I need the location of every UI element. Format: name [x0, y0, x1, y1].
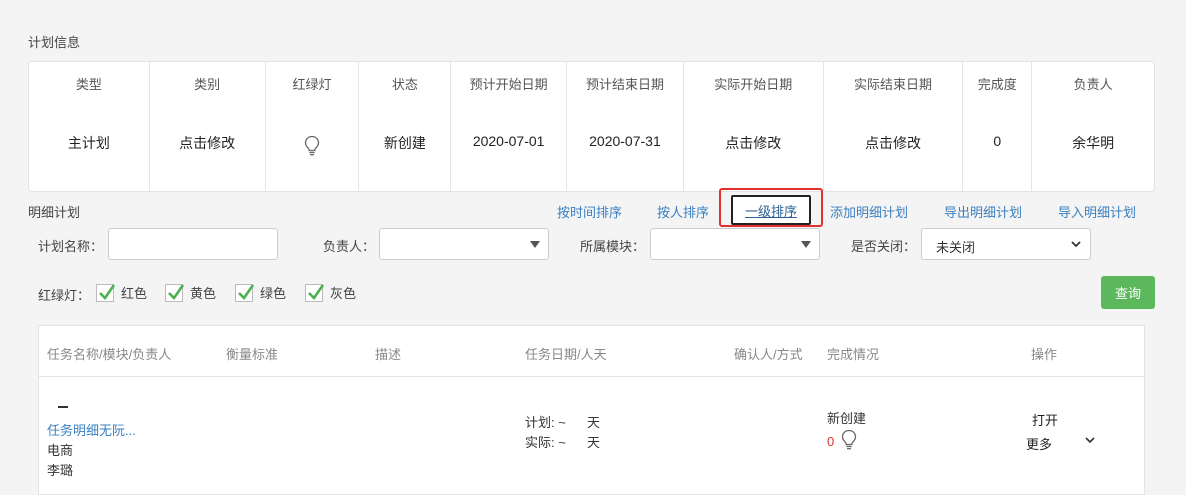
owner-select[interactable] [379, 228, 549, 260]
plan-col-type: 类型 主计划 [29, 62, 150, 191]
plan-info-table: 类型 主计划 类别 点击修改 红绿灯 状态 新创建 预计开始日期 2020-07… [28, 61, 1155, 192]
plan-days-unit: 天 [587, 415, 601, 430]
more-dropdown[interactable]: 更多 [1026, 434, 1052, 453]
col-value: 新创建 [383, 135, 426, 151]
edit-actual-start-link[interactable]: 点击修改 [684, 133, 823, 153]
th-status: 完成情况 [827, 347, 880, 362]
plan-col-planned-end: 预计结束日期 2020-07-31 [567, 62, 684, 191]
check-icon [99, 283, 116, 300]
plan-col-owner: 负责人 余华明 [1032, 62, 1154, 191]
plan-col-actual-start[interactable]: 实际开始日期 点击修改 [684, 62, 824, 191]
light-checkbox-yellow[interactable]: 黄色 [165, 283, 216, 302]
task-owner: 李璐 [47, 463, 74, 478]
caret-down-icon [801, 241, 811, 248]
detail-plan-title: 明细计划 [28, 205, 81, 220]
light-checkbox-red[interactable]: 红色 [96, 283, 147, 302]
owner-label: 负责人： [323, 239, 376, 254]
th-confirm: 确认人/方式 [734, 347, 803, 362]
chevron-down-icon[interactable] [1084, 434, 1096, 446]
check-icon [308, 283, 325, 300]
sort-by-time-link[interactable]: 按时间排序 [557, 202, 622, 221]
checkbox-label: 绿色 [260, 286, 287, 301]
check-icon [168, 283, 185, 300]
th-description: 描述 [375, 347, 402, 362]
plan-col-planned-start: 预计开始日期 2020-07-01 [451, 62, 568, 191]
caret-down-icon [530, 241, 540, 248]
module-label: 所属模块： [580, 239, 646, 254]
check-icon [238, 283, 255, 300]
plan-col-status: 状态 新创建 [359, 62, 452, 191]
closed-label: 是否关闭： [851, 239, 917, 254]
lightbulb-icon [304, 135, 320, 156]
closed-select[interactable]: 未关闭 [921, 228, 1091, 260]
col-value: 2020-07-01 [472, 133, 545, 149]
plan-name-label: 计划名称： [38, 239, 104, 254]
th-standard: 衡量标准 [226, 347, 279, 362]
col-header: 负责人 [1073, 77, 1113, 92]
checkbox-label: 红色 [121, 286, 148, 301]
edit-actual-end-link[interactable]: 点击修改 [824, 133, 963, 153]
task-name-link[interactable]: 任务明细无阮... [47, 420, 136, 439]
col-header: 实际开始日期 [714, 77, 793, 92]
plan-col-actual-end[interactable]: 实际结束日期 点击修改 [824, 62, 964, 191]
checkbox-label: 黄色 [190, 286, 217, 301]
col-header: 实际结束日期 [853, 77, 932, 92]
open-task-link[interactable]: 打开 [1032, 410, 1058, 429]
task-module: 电商 [47, 443, 74, 458]
th-ops: 操作 [1031, 347, 1058, 362]
edit-category-link[interactable]: 点击修改 [150, 133, 265, 153]
header-divider [39, 376, 1144, 377]
col-value: 主计划 [67, 135, 110, 151]
collapse-icon[interactable] [58, 406, 68, 408]
actual-date-label: 实际: ~ [525, 435, 566, 450]
plan-col-completion: 完成度 0 [963, 62, 1033, 191]
col-header: 预计开始日期 [469, 77, 548, 92]
task-status: 新创建 [827, 411, 867, 426]
light-filter-label: 红绿灯： [38, 288, 91, 303]
col-value: 余华明 [1072, 135, 1115, 151]
col-header: 预计结束日期 [585, 77, 664, 92]
checkbox-label: 灰色 [330, 286, 357, 301]
import-detail-plan-link[interactable]: 导入明细计划 [1058, 202, 1136, 221]
chevron-down-icon [1071, 241, 1081, 248]
export-detail-plan-link[interactable]: 导出明细计划 [944, 202, 1022, 221]
add-detail-plan-link[interactable]: 添加明细计划 [830, 202, 908, 221]
plan-date-label: 计划: ~ [525, 415, 566, 430]
plan-info-title: 计划信息 [28, 35, 81, 50]
lightbulb-icon [841, 429, 857, 450]
col-value: 2020-07-31 [589, 133, 661, 149]
level-one-sort-button[interactable]: 一级排序 [731, 195, 811, 225]
query-button[interactable]: 查询 [1101, 276, 1155, 309]
light-checkbox-gray[interactable]: 灰色 [305, 283, 356, 302]
task-table: 任务名称/模块/负责人 衡量标准 描述 任务日期/人天 确认人/方式 完成情况 … [38, 325, 1145, 495]
plan-col-light: 红绿灯 [266, 62, 360, 191]
plan-col-category[interactable]: 类别 点击修改 [150, 62, 266, 191]
closed-value: 未关闭 [936, 240, 976, 255]
light-checkbox-green[interactable]: 绿色 [235, 283, 286, 302]
th-task-date: 任务日期/人天 [525, 347, 607, 362]
plan-name-input[interactable] [108, 228, 278, 260]
col-header: 红绿灯 [292, 77, 332, 92]
col-header: 完成度 [977, 77, 1017, 92]
col-header: 类型 [75, 77, 102, 92]
col-header: 类别 [194, 77, 221, 92]
module-select[interactable] [650, 228, 820, 260]
actual-days-unit: 天 [587, 435, 601, 450]
col-header: 状态 [391, 77, 418, 92]
sort-by-person-link[interactable]: 按人排序 [657, 202, 709, 221]
th-task-name: 任务名称/模块/负责人 [47, 347, 172, 362]
task-progress: 0 [827, 434, 835, 449]
col-value: 0 [993, 133, 1002, 149]
